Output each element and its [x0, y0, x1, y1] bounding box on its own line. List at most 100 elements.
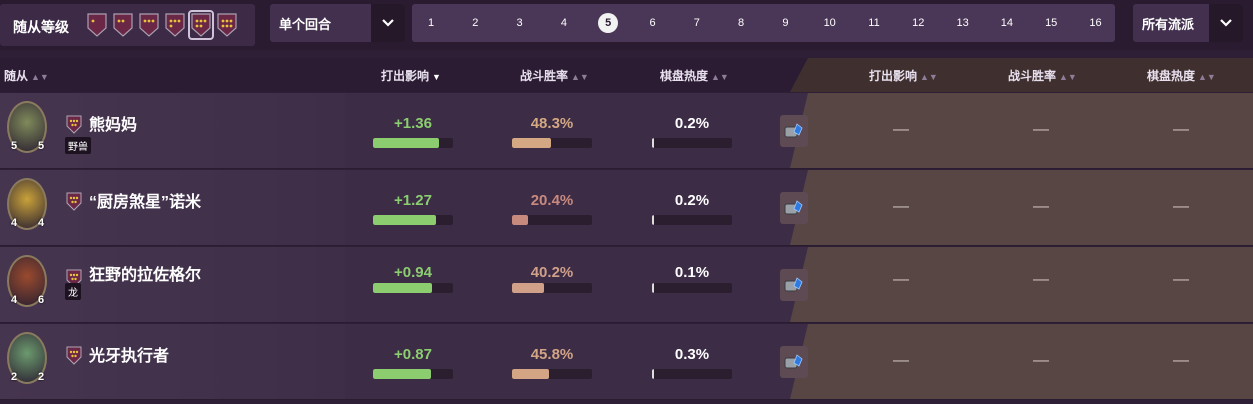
tier-2-icon[interactable] — [112, 12, 134, 38]
health-value: 4 — [38, 217, 45, 229]
impact-compare-value: — — [893, 271, 909, 288]
winrate-bar — [512, 138, 592, 148]
impact-bar-fill — [373, 138, 439, 148]
turn-selector: 1 2 3 4 5 6 7 8 9 10 11 12 13 14 15 16 — [412, 4, 1115, 42]
turn-11[interactable]: 11 — [864, 13, 884, 33]
winrate-value: 40.2% — [530, 264, 574, 281]
col-impact-compare[interactable]: 打出影响 ▲▼ — [869, 67, 938, 84]
turn-7[interactable]: 7 — [687, 13, 707, 33]
winrate-value: 48.3% — [530, 115, 574, 132]
col-winrate-compare[interactable]: 战斗胜率 ▲▼ — [1008, 67, 1077, 84]
turn-2[interactable]: 2 — [465, 13, 485, 33]
col-heat-compare[interactable]: 棋盘热度 ▲▼ — [1147, 67, 1216, 84]
gem-icon[interactable] — [780, 115, 808, 147]
table-row[interactable]: 2 2 光牙执行者 +0.87 45.8% 0.3% — — — — [0, 324, 1253, 400]
turn-10[interactable]: 10 — [820, 13, 840, 33]
minion-name[interactable]: 熊妈妈 — [89, 111, 137, 135]
table-row[interactable]: 5 5 熊妈妈 野兽 +1.36 48.3% 0.2% — — — — [0, 93, 1253, 169]
minion-name[interactable]: “厨房煞星”诺米 — [89, 188, 201, 212]
turn-16[interactable]: 16 — [1086, 13, 1106, 33]
sort-icon: ▲▼ — [711, 72, 729, 82]
col-impact[interactable]: 打出影响 ▼ — [381, 67, 441, 84]
tier-4-icon[interactable] — [164, 12, 186, 38]
heat-bar-fill — [652, 215, 654, 225]
heat-value: 0.2% — [674, 192, 710, 209]
chevron-down-icon[interactable] — [1209, 4, 1243, 42]
attack-value: 5 — [11, 140, 18, 152]
winrate-bar-fill — [512, 215, 529, 225]
heat-bar-fill — [652, 283, 654, 293]
turn-15[interactable]: 15 — [1041, 13, 1061, 33]
turn-6[interactable]: 6 — [643, 13, 663, 33]
turn-4[interactable]: 4 — [554, 13, 574, 33]
impact-bar-fill — [373, 369, 431, 379]
turn-1[interactable]: 1 — [421, 13, 441, 33]
tier-5-icon[interactable] — [188, 10, 214, 40]
impact-bar-fill — [373, 283, 433, 293]
sort-desc-icon: ▼ — [432, 72, 441, 82]
impact-bar-fill — [373, 215, 437, 225]
row-left-pane — [0, 324, 345, 399]
minion-type-tag: 龙 — [65, 283, 81, 300]
impact-bar — [373, 215, 453, 225]
attack-value: 4 — [11, 217, 18, 229]
minion-name[interactable]: 光牙执行者 — [89, 342, 169, 366]
winrate-bar — [512, 215, 592, 225]
col-minion[interactable]: 随从 ▲▼ — [4, 67, 49, 84]
tier-6-icon[interactable] — [216, 12, 238, 38]
winrate-bar — [512, 369, 592, 379]
winrate-compare-value: — — [1033, 352, 1049, 369]
gem-icon[interactable] — [780, 346, 808, 378]
attack-value: 4 — [11, 294, 18, 306]
sort-icon: ▲▼ — [1198, 72, 1216, 82]
health-value: 2 — [38, 371, 45, 383]
heat-bar — [652, 215, 732, 225]
impact-compare-value: — — [893, 352, 909, 369]
table-row[interactable]: 4 6 狂野的拉佐格尔 龙 +0.94 40.2% 0.1% — — — — [0, 247, 1253, 323]
turn-12[interactable]: 12 — [908, 13, 928, 33]
impact-compare-value: — — [893, 121, 909, 138]
health-value: 5 — [38, 140, 45, 152]
turn-9[interactable]: 9 — [775, 13, 795, 33]
impact-value: +1.36 — [394, 115, 432, 132]
turn-5[interactable]: 5 — [598, 13, 619, 33]
tier-filter-label: 随从等级 — [13, 19, 69, 35]
heat-compare-value: — — [1173, 271, 1189, 288]
tier-3-icon[interactable] — [138, 12, 160, 38]
tier-icons — [86, 10, 238, 40]
round-dropdown[interactable]: 单个回合 — [270, 4, 405, 42]
col-winrate[interactable]: 战斗胜率 ▲▼ — [520, 67, 589, 84]
winrate-bar-fill — [512, 369, 549, 379]
chevron-down-icon[interactable] — [371, 4, 405, 42]
tier-1-icon[interactable] — [86, 12, 108, 38]
turn-14[interactable]: 14 — [997, 13, 1017, 33]
winrate-bar — [512, 283, 592, 293]
impact-value: +0.87 — [394, 346, 432, 363]
round-dropdown-label: 单个回合 — [279, 16, 332, 32]
heat-bar — [652, 369, 732, 379]
heat-value: 0.3% — [674, 346, 710, 363]
archetype-dropdown[interactable]: 所有流派 — [1133, 4, 1243, 42]
col-heat[interactable]: 棋盘热度 ▲▼ — [660, 67, 729, 84]
impact-bar — [373, 283, 453, 293]
heat-bar — [652, 138, 732, 148]
turn-3[interactable]: 3 — [510, 13, 530, 33]
heat-compare-value: — — [1173, 121, 1189, 138]
turn-13[interactable]: 13 — [953, 13, 973, 33]
minion-type-tag: 野兽 — [65, 137, 91, 154]
minion-name[interactable]: 狂野的拉佐格尔 — [89, 261, 201, 285]
health-value: 6 — [38, 294, 45, 306]
row-left-pane — [0, 93, 345, 168]
heat-compare-value: — — [1173, 352, 1189, 369]
tier-badge-icon — [66, 115, 82, 134]
sort-icon: ▲▼ — [920, 72, 938, 82]
gem-icon[interactable] — [780, 269, 808, 301]
table-row[interactable]: 4 4 “厨房煞星”诺米 +1.27 20.4% 0.2% — — — — [0, 170, 1253, 246]
heat-compare-value: — — [1173, 198, 1189, 215]
gem-icon[interactable] — [780, 192, 808, 224]
tier-badge-icon — [66, 192, 82, 211]
heat-bar-fill — [652, 138, 654, 148]
filter-bar: 随从等级 单个回合 1 2 3 4 5 6 7 8 9 10 11 12 13 14 15 16 所有流派 — [0, 0, 1253, 50]
turn-8[interactable]: 8 — [731, 13, 751, 33]
heat-value: 0.1% — [674, 264, 710, 281]
